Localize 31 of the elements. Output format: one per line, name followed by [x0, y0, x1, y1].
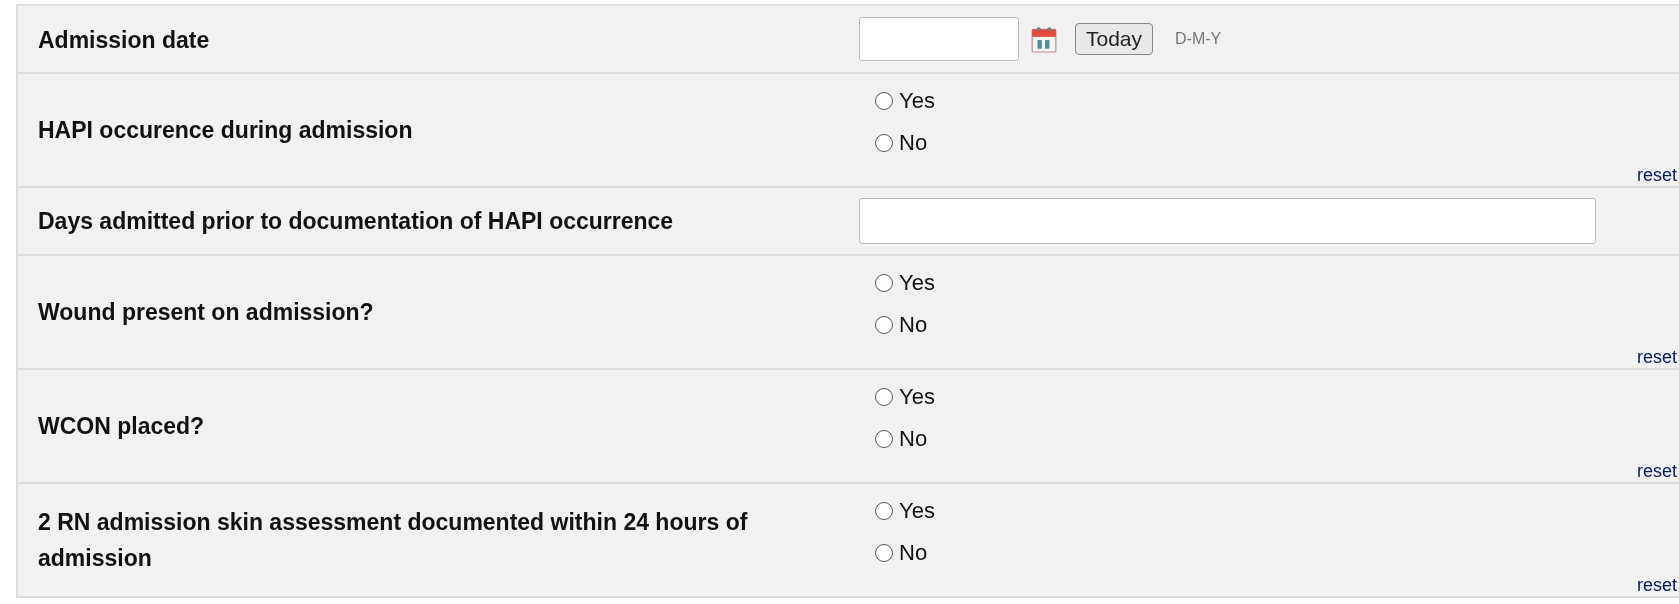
radio-option[interactable]: No	[875, 304, 928, 346]
radio-button[interactable]	[875, 430, 893, 448]
radio-button[interactable]	[875, 134, 893, 152]
date-field[interactable]	[859, 17, 1019, 61]
calendar-icon[interactable]	[1031, 25, 1057, 53]
radio-option[interactable]: Yes	[875, 376, 935, 418]
field-label: Admission date	[38, 26, 210, 55]
radio-button[interactable]	[875, 544, 893, 562]
radio-button[interactable]	[875, 388, 893, 406]
radio-option[interactable]: Yes	[875, 490, 935, 532]
reset-link[interactable]: reset	[1636, 164, 1677, 186]
today-button[interactable]: Today	[1075, 23, 1154, 55]
reset-link[interactable]: reset	[1636, 460, 1677, 482]
radio-option[interactable]: No	[875, 122, 928, 164]
reset-link[interactable]: reset	[1636, 574, 1677, 596]
field-label: 2 RN admission skin assessment documented within 24 hours of admission	[38, 508, 749, 573]
input-field[interactable]	[859, 198, 1596, 244]
date-format-hint: D-M-Y	[1175, 30, 1222, 48]
radio-button[interactable]	[875, 316, 893, 334]
radio-button[interactable]	[875, 92, 893, 110]
field-label: WCON placed?	[38, 412, 205, 441]
radio-option[interactable]: No	[875, 532, 928, 574]
radio-option[interactable]: Yes	[875, 262, 935, 304]
field-label: HAPI occurence during admission	[38, 116, 413, 145]
field-label: Days admitted prior to documentation of HAPI occurrence	[38, 207, 674, 236]
radio-option[interactable]: No	[875, 418, 928, 460]
reset-link[interactable]: reset	[1636, 346, 1677, 368]
radio-button[interactable]	[875, 274, 893, 292]
field-label: Wound present on admission?	[38, 298, 374, 327]
radio-button[interactable]	[875, 502, 893, 520]
radio-option[interactable]: Yes	[875, 80, 935, 122]
